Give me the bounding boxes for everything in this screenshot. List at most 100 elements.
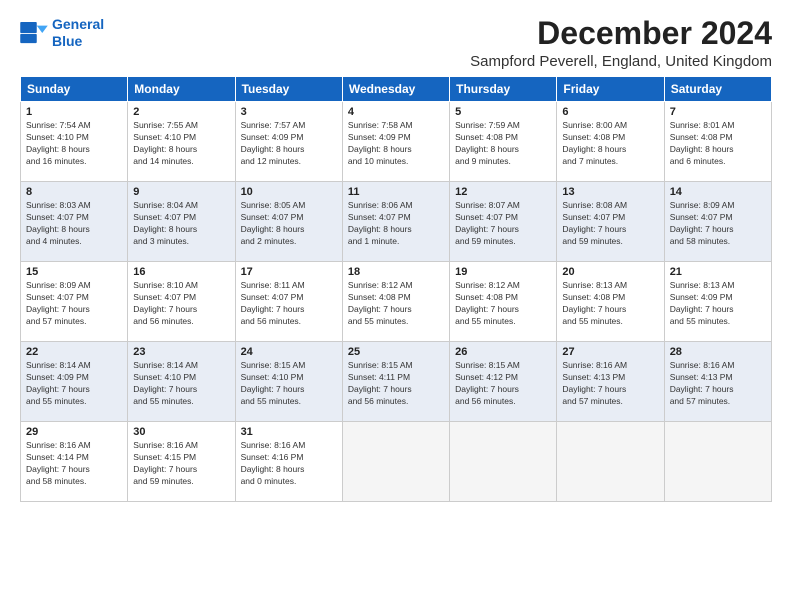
day-info: Sunrise: 8:08 AMSunset: 4:07 PMDaylight:… [562,200,658,248]
col-thursday: Thursday [450,77,557,102]
table-cell: 24 Sunrise: 8:15 AMSunset: 4:10 PMDayligh… [235,342,342,422]
day-number: 10 [241,186,337,198]
table-cell: 21 Sunrise: 8:13 AMSunset: 4:09 PMDayligh… [664,262,771,342]
day-info: Sunrise: 8:09 AMSunset: 4:07 PMDaylight:… [26,280,122,328]
day-info: Sunrise: 8:00 AMSunset: 4:08 PMDaylight:… [562,120,658,168]
table-cell [450,422,557,502]
day-number: 13 [562,186,658,198]
table-cell: 25 Sunrise: 8:15 AMSunset: 4:11 PMDayligh… [342,342,449,422]
col-tuesday: Tuesday [235,77,342,102]
table-row: 8 Sunrise: 8:03 AMSunset: 4:07 PMDaylight… [21,182,772,262]
day-number: 21 [670,266,766,278]
table-cell: 2Sunrise: 7:55 AMSunset: 4:10 PMDaylight… [128,102,235,182]
day-info: Sunrise: 7:57 AMSunset: 4:09 PMDaylight:… [241,120,337,168]
day-number: 3 [241,106,337,118]
day-number: 18 [348,266,444,278]
day-info: Sunrise: 8:15 AMSunset: 4:11 PMDaylight:… [348,360,444,408]
table-cell: 23Sunrise: 8:14 AMSunset: 4:10 PMDayligh… [128,342,235,422]
day-info: Sunrise: 7:58 AMSunset: 4:09 PMDaylight:… [348,120,444,168]
table-cell: 12 Sunrise: 8:07 AMSunset: 4:07 PMDayligh… [450,182,557,262]
table-row: 29Sunrise: 8:16 AMSunset: 4:14 PMDayligh… [21,422,772,502]
day-number: 4 [348,106,444,118]
table-cell: 5 Sunrise: 7:59 AMSunset: 4:08 PMDaylight… [450,102,557,182]
table-cell: 28Sunrise: 8:16 AMSunset: 4:13 PMDayligh… [664,342,771,422]
table-cell: 9 Sunrise: 8:04 AMSunset: 4:07 PMDaylight… [128,182,235,262]
table-cell [342,422,449,502]
table-cell: 20Sunrise: 8:13 AMSunset: 4:08 PMDayligh… [557,262,664,342]
day-info: Sunrise: 8:12 AMSunset: 4:08 PMDaylight:… [348,280,444,328]
table-cell: 8 Sunrise: 8:03 AMSunset: 4:07 PMDaylight… [21,182,128,262]
day-number: 28 [670,346,766,358]
page: General Blue December 2024 Sampford Peve… [0,0,792,612]
col-saturday: Saturday [664,77,771,102]
day-info: Sunrise: 8:11 AMSunset: 4:07 PMDaylight:… [241,280,337,328]
day-number: 20 [562,266,658,278]
table-cell: 26 Sunrise: 8:15 AMSunset: 4:12 PMDayligh… [450,342,557,422]
table-cell: 31Sunrise: 8:16 AMSunset: 4:16 PMDayligh… [235,422,342,502]
month-title: December 2024 [470,16,772,51]
day-number: 19 [455,266,551,278]
day-number: 5 [455,106,551,118]
day-info: Sunrise: 7:54 AMSunset: 4:10 PMDaylight:… [26,120,122,168]
calendar-table: Sunday Monday Tuesday Wednesday Thursday… [20,76,772,502]
day-info: Sunrise: 8:05 AMSunset: 4:07 PMDaylight:… [241,200,337,248]
col-sunday: Sunday [21,77,128,102]
table-cell: 18 Sunrise: 8:12 AMSunset: 4:08 PMDayligh… [342,262,449,342]
title-section: December 2024 Sampford Peverell, England… [470,16,772,70]
table-cell: 14 Sunrise: 8:09 AMSunset: 4:07 PMDayligh… [664,182,771,262]
col-monday: Monday [128,77,235,102]
day-info: Sunrise: 8:03 AMSunset: 4:07 PMDaylight:… [26,200,122,248]
day-info: Sunrise: 8:15 AMSunset: 4:10 PMDaylight:… [241,360,337,408]
day-number: 12 [455,186,551,198]
day-number: 31 [241,426,337,438]
day-info: Sunrise: 8:14 AMSunset: 4:09 PMDaylight:… [26,360,122,408]
table-cell: 29Sunrise: 8:16 AMSunset: 4:14 PMDayligh… [21,422,128,502]
table-cell: 13 Sunrise: 8:08 AMSunset: 4:07 PMDayligh… [557,182,664,262]
day-number: 22 [26,346,122,358]
table-cell: 19 Sunrise: 8:12 AMSunset: 4:08 PMDayligh… [450,262,557,342]
table-cell: 10 Sunrise: 8:05 AMSunset: 4:07 PMDayligh… [235,182,342,262]
day-info: Sunrise: 8:09 AMSunset: 4:07 PMDaylight:… [670,200,766,248]
day-number: 1 [26,106,122,118]
day-info: Sunrise: 8:15 AMSunset: 4:12 PMDaylight:… [455,360,551,408]
table-cell: 15 Sunrise: 8:09 AMSunset: 4:07 PMDayligh… [21,262,128,342]
logo: General Blue [20,16,104,50]
day-number: 14 [670,186,766,198]
table-cell: 27Sunrise: 8:16 AMSunset: 4:13 PMDayligh… [557,342,664,422]
day-number: 29 [26,426,122,438]
table-cell: 3 Sunrise: 7:57 AMSunset: 4:09 PMDaylight… [235,102,342,182]
header-row: Sunday Monday Tuesday Wednesday Thursday… [21,77,772,102]
location-subtitle: Sampford Peverell, England, United Kingd… [470,53,772,70]
day-number: 8 [26,186,122,198]
logo-line2: Blue [52,33,82,49]
day-info: Sunrise: 8:10 AMSunset: 4:07 PMDaylight:… [133,280,229,328]
day-info: Sunrise: 8:01 AMSunset: 4:08 PMDaylight:… [670,120,766,168]
day-info: Sunrise: 8:12 AMSunset: 4:08 PMDaylight:… [455,280,551,328]
day-info: Sunrise: 8:04 AMSunset: 4:07 PMDaylight:… [133,200,229,248]
table-cell: 22 Sunrise: 8:14 AMSunset: 4:09 PMDayligh… [21,342,128,422]
day-info: Sunrise: 8:16 AMSunset: 4:15 PMDaylight:… [133,440,229,488]
day-info: Sunrise: 8:07 AMSunset: 4:07 PMDaylight:… [455,200,551,248]
day-info: Sunrise: 8:13 AMSunset: 4:09 PMDaylight:… [670,280,766,328]
table-cell: 30Sunrise: 8:16 AMSunset: 4:15 PMDayligh… [128,422,235,502]
col-friday: Friday [557,77,664,102]
day-info: Sunrise: 8:16 AMSunset: 4:13 PMDaylight:… [562,360,658,408]
table-cell: 4 Sunrise: 7:58 AMSunset: 4:09 PMDaylight… [342,102,449,182]
logo-icon [20,22,48,44]
day-number: 24 [241,346,337,358]
day-number: 26 [455,346,551,358]
day-info: Sunrise: 8:06 AMSunset: 4:07 PMDaylight:… [348,200,444,248]
day-number: 23 [133,346,229,358]
day-info: Sunrise: 7:59 AMSunset: 4:08 PMDaylight:… [455,120,551,168]
day-number: 9 [133,186,229,198]
table-row: 1 Sunrise: 7:54 AMSunset: 4:10 PMDaylight… [21,102,772,182]
header: General Blue December 2024 Sampford Peve… [20,16,772,70]
table-cell: 7Sunrise: 8:01 AMSunset: 4:08 PMDaylight… [664,102,771,182]
day-number: 15 [26,266,122,278]
logo-text: General Blue [52,16,104,50]
col-wednesday: Wednesday [342,77,449,102]
day-number: 25 [348,346,444,358]
table-cell: 16Sunrise: 8:10 AMSunset: 4:07 PMDayligh… [128,262,235,342]
table-row: 22 Sunrise: 8:14 AMSunset: 4:09 PMDayligh… [21,342,772,422]
day-number: 17 [241,266,337,278]
